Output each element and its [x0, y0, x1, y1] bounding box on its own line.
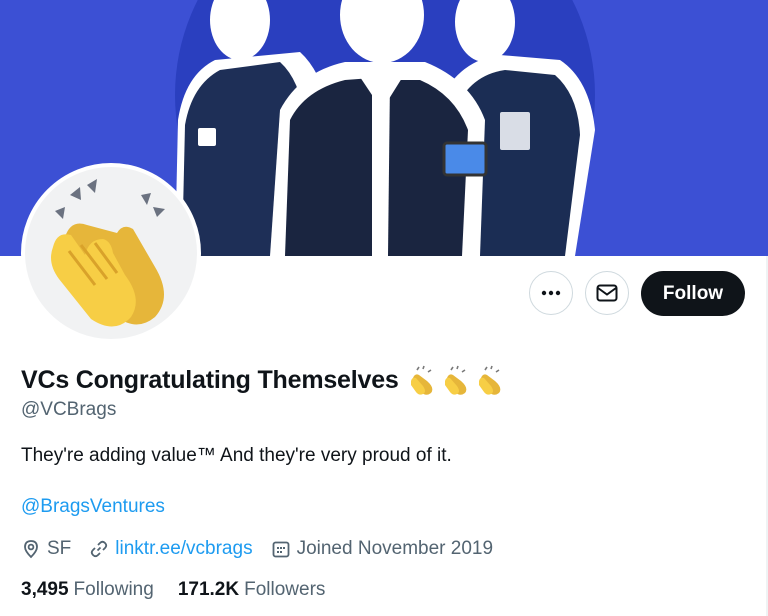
message-button[interactable]: [585, 271, 629, 315]
bio-mention-link[interactable]: @BragsVentures: [21, 496, 165, 518]
clapping-hands-icon: [410, 365, 432, 395]
display-name-row: VCs Congratulating Themselves: [21, 362, 507, 398]
profile-handle: @VCBrags: [21, 399, 117, 420]
following-stat[interactable]: 3,495 Following: [21, 579, 154, 601]
profile-stats: 3,495 Following 171.2K Followers: [21, 577, 349, 603]
clapping-hands-icon: [478, 365, 500, 395]
followers-label: Followers: [244, 579, 326, 600]
clapping-hands-icon: [444, 365, 466, 395]
follow-button[interactable]: Follow: [641, 271, 745, 316]
more-icon: [541, 290, 561, 296]
envelope-icon: [596, 284, 618, 302]
location-text: SF: [47, 538, 72, 559]
profile-meta: SF linktr.ee/vcbrags Joined November 201…: [21, 536, 511, 562]
link-icon: [91, 540, 108, 558]
location-item: SF: [21, 538, 71, 560]
more-button[interactable]: [529, 271, 573, 315]
profile-bio: They're adding value™ And they're very p…: [21, 445, 452, 466]
website-link[interactable]: linktr.ee/vcbrags: [115, 538, 252, 560]
website-item: linktr.ee/vcbrags: [89, 538, 253, 560]
clapping-hands-icon: [51, 179, 165, 327]
location-pin-icon: [24, 540, 38, 559]
avatar[interactable]: [21, 163, 201, 343]
display-name: VCs Congratulating Themselves: [21, 365, 399, 394]
following-count: 3,495: [21, 579, 69, 600]
following-label: Following: [73, 579, 154, 600]
calendar-icon: [272, 541, 289, 558]
joined-item: Joined November 2019: [271, 538, 493, 560]
followers-count: 171.2K: [177, 579, 240, 600]
followers-stat[interactable]: 171.2K Followers: [178, 579, 326, 601]
joined-text: Joined November 2019: [296, 538, 494, 559]
name-emojis: [407, 364, 507, 396]
